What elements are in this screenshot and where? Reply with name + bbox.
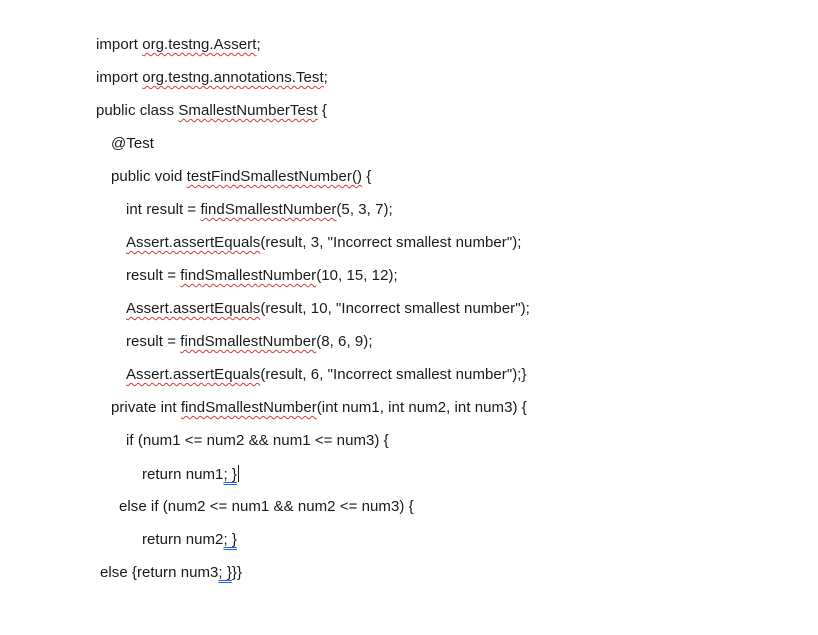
code-text: {	[317, 102, 327, 119]
code-text: ;	[323, 69, 328, 86]
code-line-result-1: int result = findSmallestNumber(5, 3, 7)…	[126, 201, 393, 219]
code-line-if-condition: if (num1 <= num2 && num1 <= num3) {	[126, 432, 389, 450]
code-text: return num1	[142, 466, 224, 483]
code-text: {	[362, 168, 372, 185]
code-text: result =	[126, 267, 181, 284]
text-cursor	[237, 465, 239, 482]
code-text: private int	[111, 399, 181, 416]
code-line-class-declaration: public class SmallestNumberTest {	[96, 102, 327, 120]
code-line-else-return: else {return num3; }}}	[100, 564, 242, 582]
spellcheck-flagged-text: Assert.assertEquals	[126, 366, 261, 383]
code-line-assert-3: Assert.assertEquals(result, 6, "Incorrec…	[126, 366, 527, 384]
code-text: @Test	[111, 135, 154, 152]
grammar-flagged-text: ; }	[223, 466, 237, 483]
spellcheck-flagged-text: findSmallestNumber	[180, 399, 317, 416]
code-text: (5, 3, 7);	[336, 201, 393, 218]
code-line-import-assert: import org.testng.Assert;	[96, 36, 261, 54]
code-text: (result, 3, "Incorrect smallest number")…	[260, 234, 522, 251]
code-text: public class	[96, 102, 179, 119]
code-line-return-num1: return num1; }	[142, 465, 239, 484]
spellcheck-flagged-text: Assert.assertEquals	[126, 300, 261, 317]
code-text: (result, 6, "Incorrect smallest number")…	[260, 366, 527, 383]
code-text: ;	[256, 36, 261, 53]
code-line-result-3: result = findSmallestNumber(8, 6, 9);	[126, 333, 373, 351]
spellcheck-flagged-text: org.testng.Assert	[142, 36, 257, 53]
spellcheck-flagged-text: org.testng.annotations.Test	[142, 69, 324, 86]
code-line-else-if: else if (num2 <= num1 && num2 <= num3) {	[119, 498, 414, 516]
code-line-assert-2: Assert.assertEquals(result, 10, "Incorre…	[126, 300, 530, 318]
spellcheck-flagged-text: testFindSmallestNumber()	[186, 168, 363, 185]
spellcheck-flagged-text: Assert.assertEquals	[126, 234, 261, 251]
code-line-import-test: import org.testng.annotations.Test;	[96, 69, 328, 87]
code-line-return-num2: return num2; }	[142, 531, 237, 549]
spellcheck-flagged-text: findSmallestNumber	[180, 267, 317, 284]
grammar-flagged-text: ; }	[223, 531, 237, 548]
grammar-flagged-text: ; }	[218, 564, 232, 581]
code-text: import	[96, 36, 143, 53]
code-text: result =	[126, 333, 181, 350]
spellcheck-flagged-text: findSmallestNumber	[200, 201, 337, 218]
code-text: (8, 6, 9);	[316, 333, 373, 350]
document-page[interactable]: import org.testng.Assert; import org.tes…	[0, 0, 818, 635]
code-text: import	[96, 69, 143, 86]
code-line-helper-method: private int findSmallestNumber(int num1,…	[111, 399, 527, 417]
spellcheck-flagged-text: findSmallestNumber	[180, 333, 317, 350]
code-text: (10, 15, 12);	[316, 267, 398, 284]
code-text: int result =	[126, 201, 201, 218]
code-text: else if (num2 <= num1 && num2 <= num3) {	[119, 498, 414, 515]
code-line-assert-1: Assert.assertEquals(result, 3, "Incorrec…	[126, 234, 521, 252]
code-text: return num2	[142, 531, 224, 548]
code-line-test-method: public void testFindSmallestNumber() {	[111, 168, 371, 186]
code-text: }}	[231, 564, 243, 581]
code-line-result-2: result = findSmallestNumber(10, 15, 12);	[126, 267, 398, 285]
code-text: (result, 10, "Incorrect smallest number"…	[260, 300, 530, 317]
spellcheck-flagged-text: SmallestNumberTest	[178, 102, 318, 119]
code-text: else {return num3	[100, 564, 219, 581]
code-line-test-annotation: @Test	[111, 135, 154, 153]
code-text: (int num1, int num2, int num3) {	[316, 399, 527, 416]
code-text: public void	[111, 168, 187, 185]
code-text: if (num1 <= num2 && num1 <= num3) {	[126, 432, 389, 449]
